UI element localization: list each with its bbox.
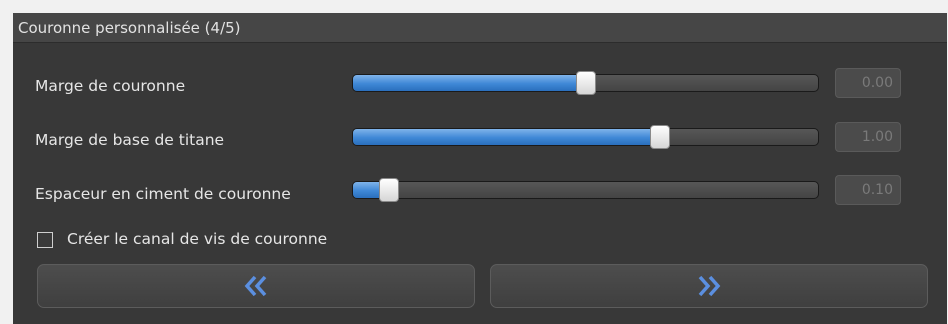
double-chevron-left-icon <box>244 275 267 297</box>
titanium-base-margin-slider[interactable] <box>352 128 819 146</box>
screw-channel-checkbox[interactable] <box>37 232 53 248</box>
cement-spacer-value[interactable]: 0.10 <box>835 175 901 205</box>
titanium-base-margin-slider-thumb[interactable] <box>650 125 671 149</box>
crown-margin-slider-fill <box>353 75 586 91</box>
cement-spacer-slider-thumb[interactable] <box>379 178 400 202</box>
next-step-button[interactable] <box>490 264 928 308</box>
cement-spacer-label: Espaceur en ciment de couronne <box>35 185 291 203</box>
previous-step-button[interactable] <box>37 264 475 308</box>
titanium-base-margin-label: Marge de base de titane <box>35 131 225 149</box>
titanium-base-margin-value[interactable]: 1.00 <box>835 122 901 152</box>
titanium-base-margin-slider-fill <box>353 129 660 145</box>
crown-margin-slider-thumb[interactable] <box>575 71 596 95</box>
custom-crown-panel: Couronne personnalisée (4/5) Marge de co… <box>13 13 947 324</box>
screw-channel-label[interactable]: Créer le canal de vis de couronne <box>67 230 327 248</box>
double-chevron-right-icon <box>698 275 721 297</box>
crown-margin-label: Marge de couronne <box>35 77 186 95</box>
panel-title: Couronne personnalisée (4/5) <box>18 19 241 37</box>
cement-spacer-slider[interactable] <box>352 181 819 199</box>
crown-margin-value[interactable]: 0.00 <box>835 68 901 98</box>
panel-header: Couronne personnalisée (4/5) <box>13 13 947 43</box>
